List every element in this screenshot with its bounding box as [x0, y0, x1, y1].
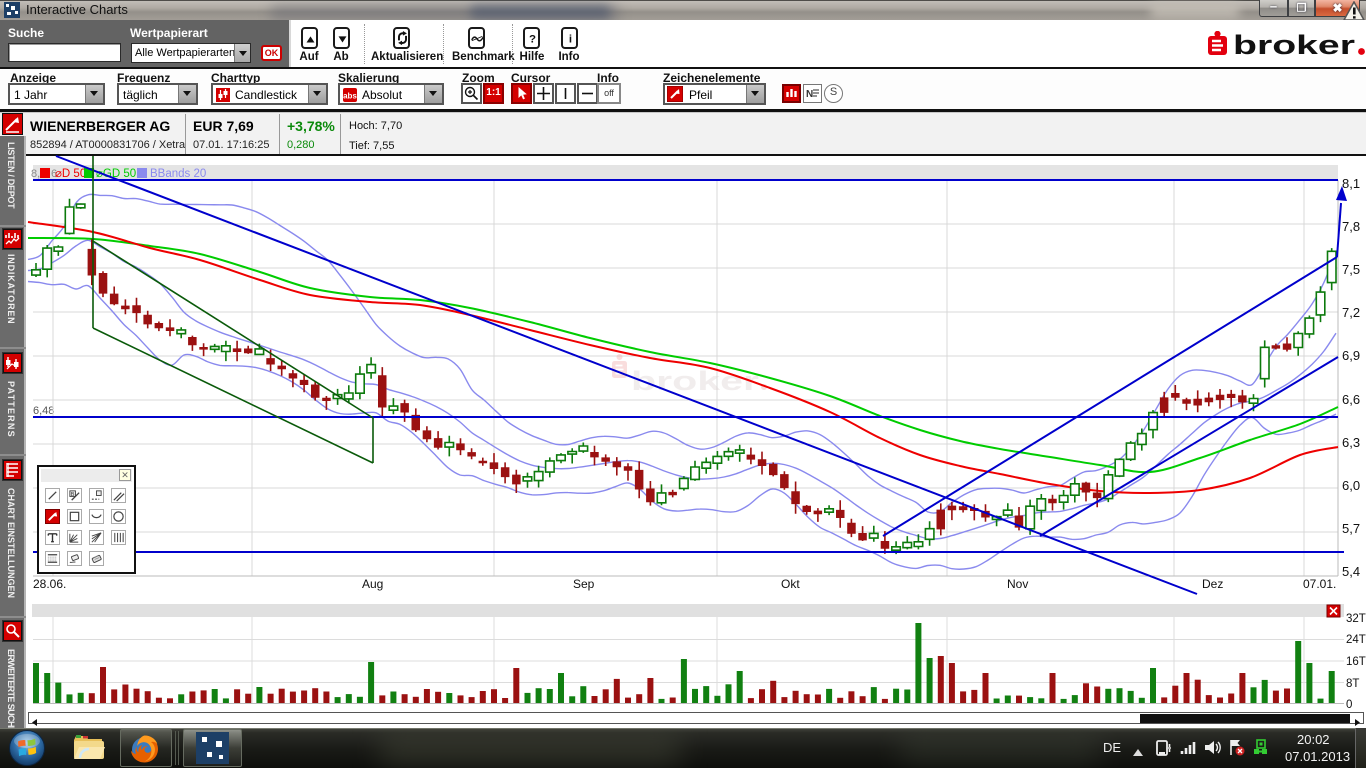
- svg-text:8,1: 8,1: [1342, 176, 1360, 191]
- svg-text:5,7: 5,7: [1342, 521, 1360, 536]
- svg-text:Okt: Okt: [781, 577, 800, 591]
- svg-text:8T: 8T: [1346, 678, 1359, 690]
- svg-text:B: B: [71, 492, 75, 498]
- svg-text:Sep: Sep: [573, 577, 595, 591]
- svg-text:8,: 8,: [31, 168, 40, 180]
- svg-text:6,3: 6,3: [1342, 435, 1360, 450]
- svg-text:16T: 16T: [1346, 656, 1366, 668]
- svg-text:Aug: Aug: [362, 577, 383, 591]
- svg-text:0: 0: [1346, 699, 1352, 711]
- svg-text:5,4: 5,4: [1342, 564, 1360, 579]
- svg-text:Nov: Nov: [1007, 577, 1028, 591]
- svg-text:28.06.: 28.06.: [33, 577, 66, 591]
- svg-text:07.01.: 07.01.: [1303, 577, 1336, 591]
- svg-text:24T: 24T: [1346, 634, 1366, 646]
- svg-text:BBands 20: BBands 20: [150, 168, 206, 180]
- svg-text:7,8: 7,8: [1342, 219, 1360, 234]
- svg-text:7,5: 7,5: [1342, 262, 1360, 277]
- svg-text:6,0: 6,0: [1342, 478, 1360, 493]
- svg-text:7,2: 7,2: [1342, 305, 1360, 320]
- svg-text:32T: 32T: [1346, 613, 1366, 625]
- svg-text:6,9: 6,9: [1342, 348, 1360, 363]
- svg-text:⌀D 50: ⌀D 50: [55, 168, 86, 180]
- svg-text:Dez: Dez: [1202, 577, 1223, 591]
- svg-text:6,48: 6,48: [33, 405, 54, 417]
- svg-text:6,6: 6,6: [1342, 392, 1360, 407]
